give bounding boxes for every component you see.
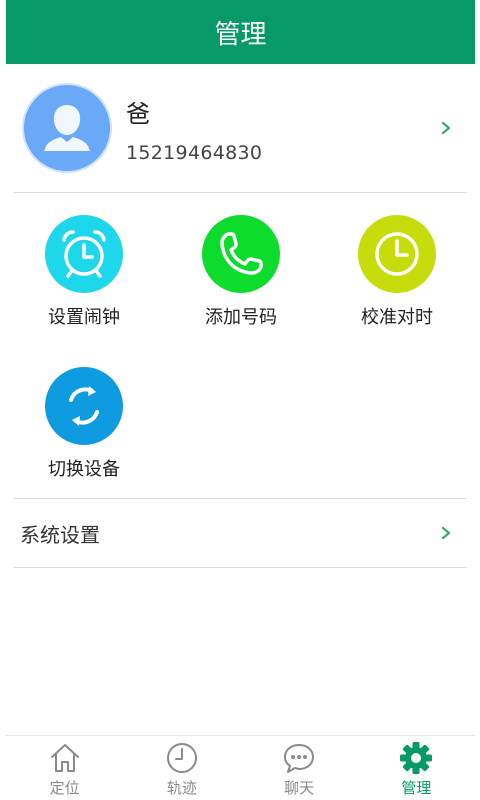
nav-label: 聊天 xyxy=(284,779,315,797)
clock-icon xyxy=(166,743,197,773)
clock-icon xyxy=(358,215,436,293)
system-settings-row[interactable]: 系统设置 xyxy=(6,499,475,567)
alarm-clock-icon xyxy=(45,215,123,293)
divider xyxy=(14,567,467,568)
nav-label: 定位 xyxy=(49,779,80,797)
chevron-right-icon xyxy=(441,121,451,135)
nav-label: 轨迹 xyxy=(166,779,197,797)
nav-item-track[interactable]: 轨迹 xyxy=(123,736,240,800)
profile-phone: 15219464830 xyxy=(126,142,263,164)
app-content: 管理 爸 15219464830 设置闹钟 添加号码 校准对时 切换设备 系统设… xyxy=(6,0,475,800)
system-settings-label: 系统设置 xyxy=(20,522,100,547)
chat-icon xyxy=(284,744,315,773)
set-alarm-label: 设置闹钟 xyxy=(48,307,120,328)
calibrate-time-label: 校准对时 xyxy=(361,307,433,328)
add-number-button[interactable]: 添加号码 xyxy=(181,215,301,329)
switch-device-label: 切换设备 xyxy=(48,459,120,480)
chevron-right-icon xyxy=(441,526,451,540)
feature-grid: 设置闹钟 添加号码 校准对时 切换设备 xyxy=(6,193,475,498)
avatar xyxy=(22,83,112,173)
add-number-label: 添加号码 xyxy=(205,307,277,328)
home-icon xyxy=(50,744,79,772)
app-screen: 管理 爸 15219464830 设置闹钟 添加号码 校准对时 切换设备 系统设… xyxy=(0,0,480,800)
profile-row[interactable]: 爸 15219464830 xyxy=(6,64,475,192)
phone-icon xyxy=(202,215,280,293)
switch-device-icon xyxy=(45,367,123,445)
calibrate-time-button[interactable]: 校准对时 xyxy=(337,215,457,329)
nav-item-chat[interactable]: 聊天 xyxy=(241,736,358,800)
user-silhouette-icon xyxy=(44,105,90,151)
nav-label: 管理 xyxy=(401,779,432,797)
page-title: 管理 xyxy=(214,19,267,50)
profile-name: 爸 xyxy=(126,100,150,128)
bottom-nav: 定位 轨迹 聊天 管理 xyxy=(6,735,475,800)
nav-item-manage[interactable]: 管理 xyxy=(358,736,475,800)
app-header: 管理 xyxy=(6,0,475,64)
switch-device-button[interactable]: 切换设备 xyxy=(24,367,144,481)
set-alarm-button[interactable]: 设置闹钟 xyxy=(24,215,144,329)
nav-item-location[interactable]: 定位 xyxy=(6,736,123,800)
gear-icon xyxy=(400,742,433,774)
